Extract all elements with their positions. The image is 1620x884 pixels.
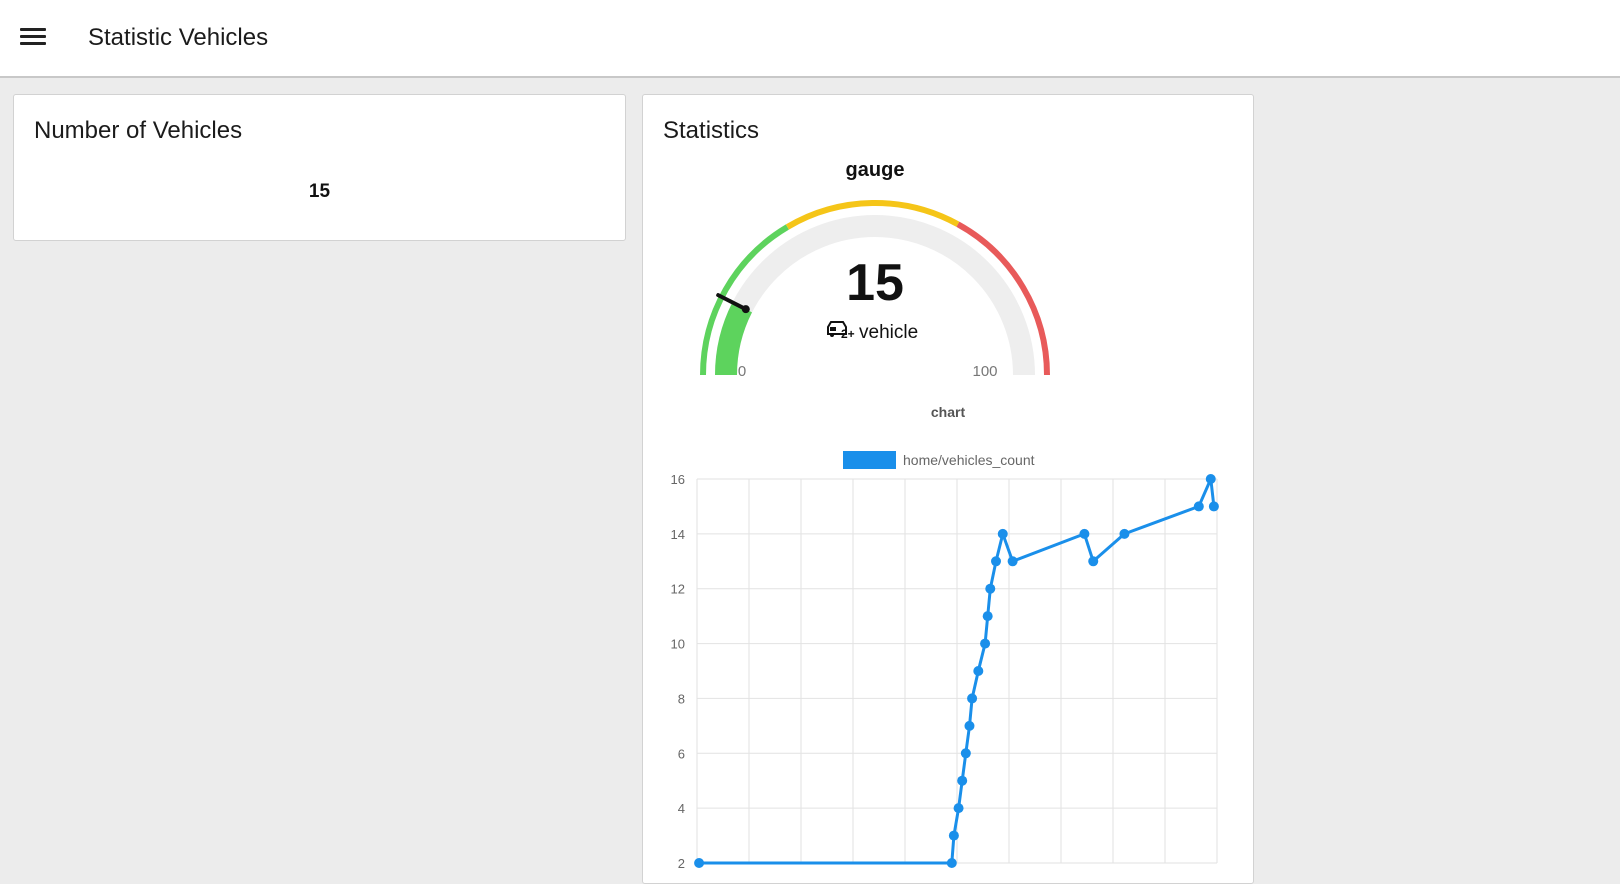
vehicle-count-value: 15 <box>308 181 331 202</box>
data-point <box>1088 556 1099 567</box>
gauge-title: gauge <box>846 159 905 181</box>
data-point <box>964 720 975 731</box>
chart-legend: home/vehicles_count <box>843 451 1035 469</box>
data-point <box>967 693 978 704</box>
y-tick-label: 10 <box>671 637 685 652</box>
y-tick-label: 2 <box>678 856 685 871</box>
y-tick-label: 16 <box>671 472 685 487</box>
y-tick-label: 12 <box>671 582 685 597</box>
page-title: Statistic Vehicles <box>88 24 269 51</box>
y-tick-label: 8 <box>678 691 685 706</box>
gauge-needle-hub <box>741 305 750 314</box>
data-point <box>957 775 968 786</box>
gauge: gauge 15 2+ vehicle 0 100 <box>700 159 1050 380</box>
statistics-card: Statistics gauge 15 2+ vehicle 0 100 cha… <box>642 94 1254 884</box>
number-of-vehicles-card: Number of Vehicles 15 <box>13 94 626 241</box>
data-point <box>1205 474 1216 484</box>
gauge-max-label: 100 <box>972 363 997 380</box>
statistics-svg: gauge 15 2+ vehicle 0 100 chart home/veh… <box>671 159 1219 871</box>
y-tick-label: 4 <box>678 801 685 816</box>
data-point <box>985 583 996 594</box>
data-point <box>1208 501 1219 512</box>
data-point <box>982 611 993 622</box>
data-point <box>980 638 991 649</box>
data-point <box>991 556 1001 567</box>
chart-y-axis: 16 14 12 10 8 6 4 2 <box>671 472 685 871</box>
legend-swatch <box>843 451 896 469</box>
data-point <box>997 528 1008 539</box>
data-point <box>960 748 971 759</box>
legend-label: home/vehicles_count <box>903 452 1035 468</box>
data-point <box>973 666 984 676</box>
data-point <box>948 830 959 841</box>
app-header: Statistic Vehicles <box>0 0 1620 78</box>
data-point <box>1079 528 1090 539</box>
series-points <box>694 474 1219 868</box>
data-point <box>1193 501 1204 512</box>
card-title: Number of Vehicles <box>34 117 243 144</box>
gauge-value: 15 <box>846 254 904 312</box>
data-point <box>1007 556 1018 567</box>
data-point <box>1119 528 1130 539</box>
hamburger-menu-icon[interactable] <box>20 28 46 50</box>
y-tick-label: 6 <box>678 746 685 761</box>
data-point <box>953 803 964 814</box>
vehicle-icon: 2+ <box>827 321 855 341</box>
chart-title: chart <box>931 404 966 420</box>
y-tick-label: 14 <box>671 527 685 542</box>
gauge-min-label: 0 <box>738 363 746 380</box>
svg-text:2+: 2+ <box>841 327 855 341</box>
gauge-unit: vehicle <box>859 322 918 343</box>
